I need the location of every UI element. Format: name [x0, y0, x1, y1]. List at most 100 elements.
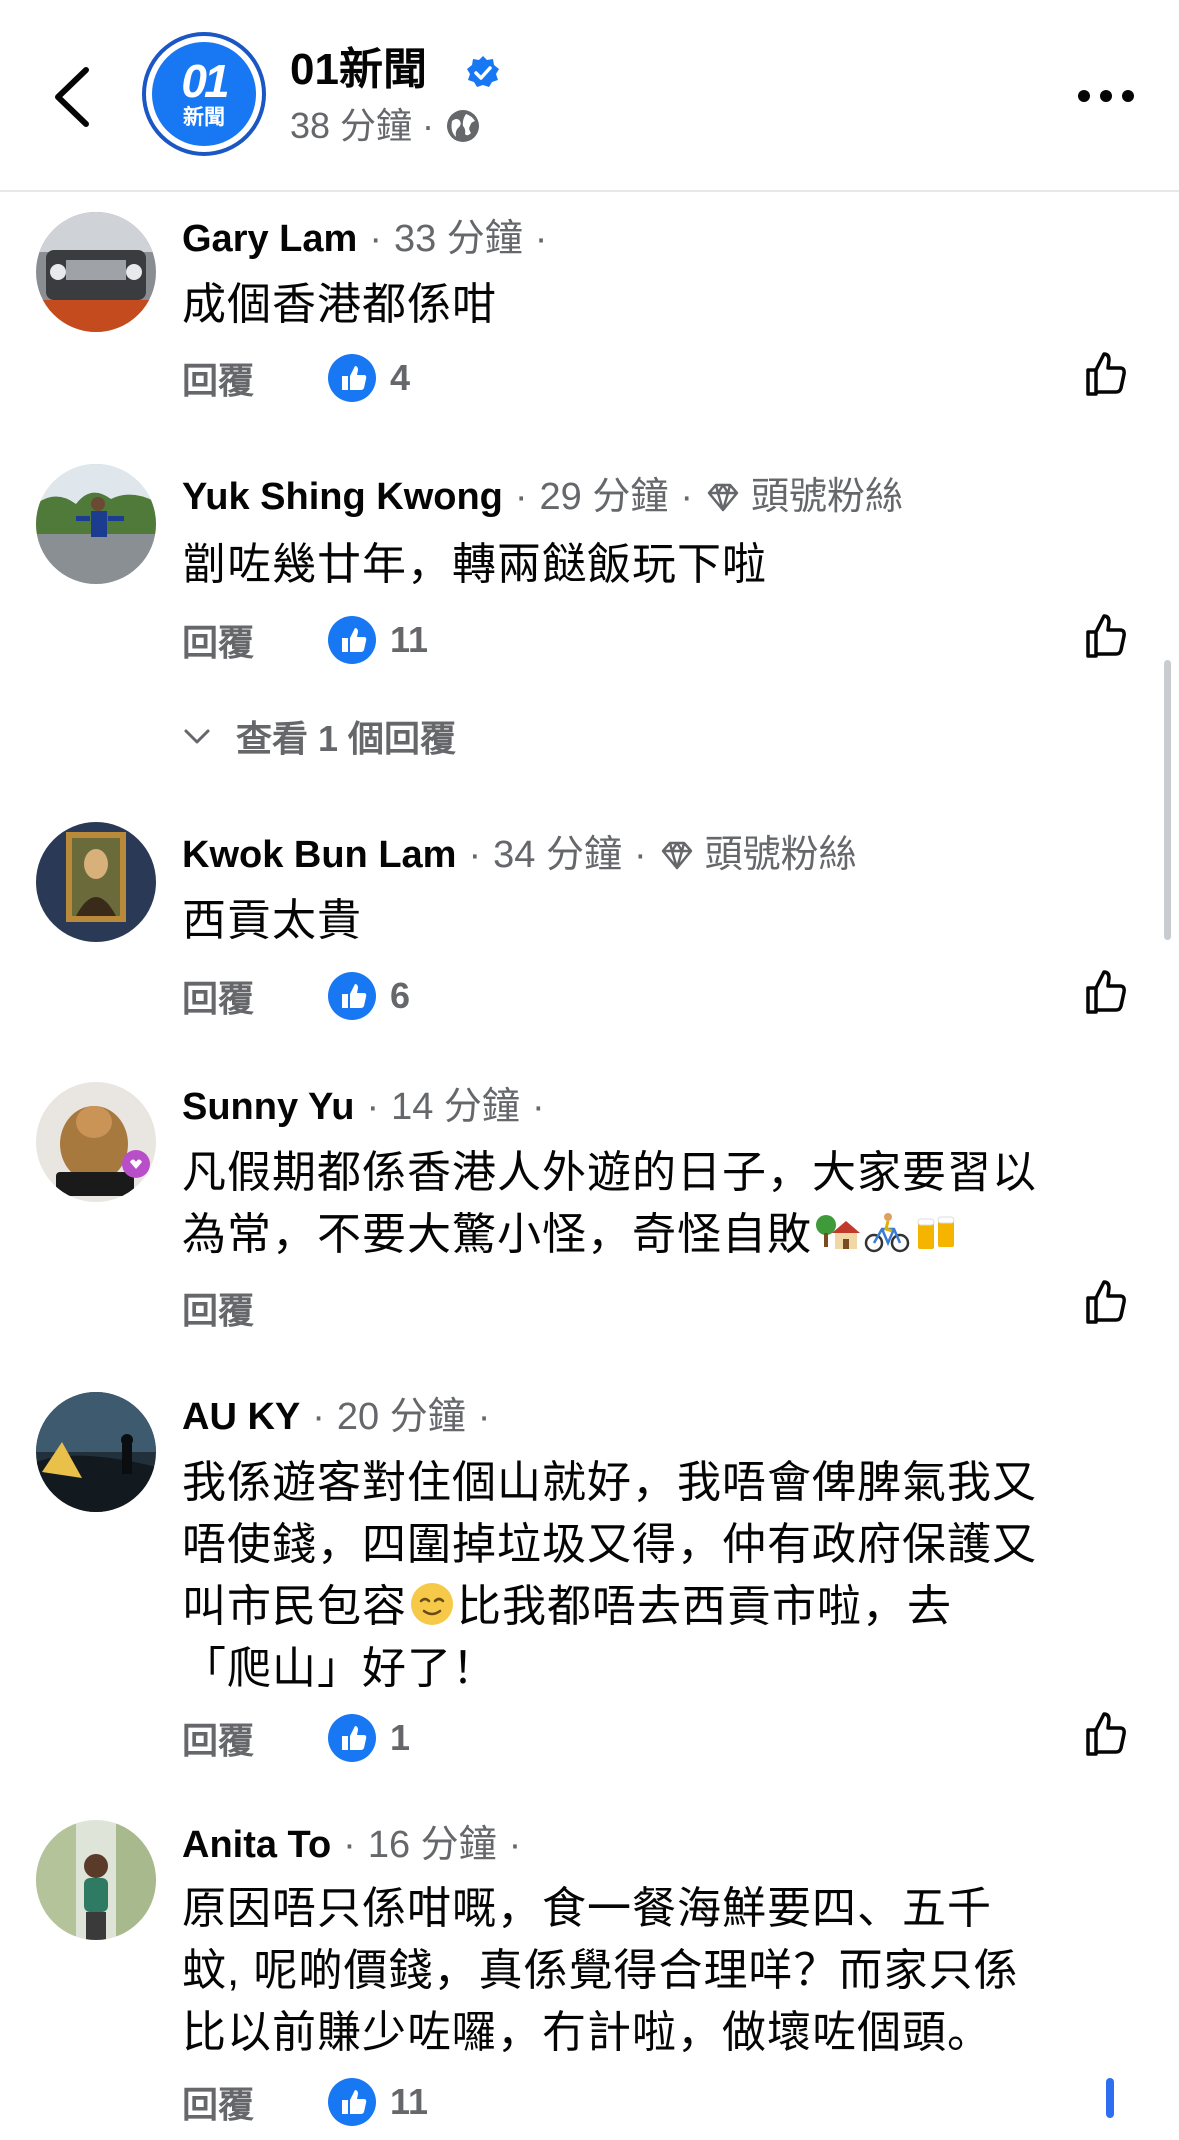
separator-dot: · — [633, 834, 647, 876]
reply-button[interactable]: 回覆 — [182, 614, 254, 666]
thumbs-up-outline-icon[interactable] — [1082, 1276, 1132, 1326]
comment-time[interactable]: 16 分鐘 — [368, 1822, 497, 1868]
comment-text-line: 我係遊客對住個山就好，我唔會俾脾氣我又 — [182, 1458, 1037, 1507]
reply-button[interactable]: 回覆 — [182, 1712, 254, 1764]
avatar[interactable] — [36, 1820, 156, 1940]
comment-author[interactable]: Yuk Shing Kwong — [182, 474, 503, 520]
comment-time[interactable]: 33 分鐘 — [394, 216, 523, 262]
comment-actions: 回覆 6 — [182, 970, 410, 1022]
beer-emoji — [917, 1216, 955, 1249]
bicycle-emoji — [864, 1213, 910, 1253]
comment-actions: 回覆 — [182, 1282, 254, 1334]
top-fan-badge: 頭號粉絲 — [704, 834, 857, 876]
avatar[interactable] — [36, 1392, 156, 1512]
comment-text-segment: 比我都唔去西貢市啦，去 — [457, 1582, 952, 1631]
logo-subtitle: 新聞 — [183, 106, 225, 129]
separator-dot: · — [508, 1824, 522, 1866]
comment-text-line: 為常，不要大驚小怪，奇怪自敗 — [182, 1204, 1142, 1266]
separator-dot: · — [369, 218, 382, 260]
avatar[interactable] — [36, 822, 156, 942]
like-count[interactable]: 1 — [390, 1717, 410, 1759]
like-badge-icon — [328, 972, 377, 1020]
comment-text-line: 凡假期都係香港人外遊的日子，大家要習以 — [182, 1148, 1037, 1197]
relieved-face-emoji — [411, 1583, 453, 1625]
back-arrow-icon[interactable] — [48, 64, 98, 130]
comment-author[interactable]: Kwok Bun Lam — [182, 832, 456, 878]
avatar[interactable] — [36, 1082, 156, 1202]
comment-header: Kwok Bun Lam · 34 分鐘 · 頭號粉絲 — [182, 832, 857, 878]
separator-dot: · — [531, 1086, 545, 1128]
separator-dot: · — [477, 1396, 491, 1438]
reply-button[interactable]: 回覆 — [182, 2076, 254, 2128]
comment-actions: 回覆 4 — [182, 352, 410, 404]
diamond-icon — [707, 483, 739, 512]
comment-time[interactable]: 14 分鐘 — [391, 1084, 520, 1130]
post-time[interactable]: 38 分鐘 — [290, 104, 412, 148]
separator-dot: · — [366, 1086, 380, 1128]
comment-text-segment: 為常，不要大驚小怪，奇怪自敗 — [182, 1210, 812, 1259]
comment-header: Sunny Yu · 14 分鐘 · — [182, 1084, 557, 1130]
separator-dot: · — [343, 1824, 356, 1866]
verified-badge-icon — [467, 56, 499, 87]
comment-author[interactable]: Anita To — [182, 1822, 331, 1868]
comment-actions: 回覆 11 — [182, 614, 428, 666]
view-replies-label: 查看 1 個回覆 — [236, 718, 457, 759]
comment-author[interactable]: AU KY — [182, 1394, 300, 1440]
comment-text: 我係遊客對住個山就好，我唔會俾脾氣我又 唔使錢，四圍掉垃圾又得，仲有政府保護又 … — [182, 1452, 1142, 1700]
view-replies-button[interactable]: 查看 1 個回覆 — [182, 710, 456, 762]
like-count[interactable]: 11 — [390, 2081, 428, 2123]
separator-dot: · — [468, 834, 482, 876]
comment-text-line: 蚊, 呢啲價錢，真係覺得合理咩？而家只係 — [182, 1946, 1019, 1995]
like-count[interactable]: 11 — [390, 619, 428, 661]
comment-header: Anita To · 16 分鐘 · — [182, 1822, 533, 1868]
comment-time[interactable]: 29 分鐘 — [540, 474, 669, 520]
thumbs-up-outline-icon[interactable] — [1082, 1708, 1132, 1758]
comment-text-line: 「爬山」好了！ — [182, 1644, 497, 1693]
post-header: 01 新聞 01新聞 38 分鐘 · — [0, 0, 1179, 192]
like-badge-icon — [328, 1714, 377, 1762]
comment-time[interactable]: 20 分鐘 — [337, 1394, 466, 1440]
comment-text: 劏咗幾廿年，轉兩餸飯玩下啦 — [182, 540, 767, 589]
separator-dot: · — [514, 476, 528, 518]
thumbs-up-outline-icon[interactable] — [1082, 610, 1132, 660]
comment-time[interactable]: 34 分鐘 — [493, 832, 622, 878]
comment-header: Gary Lam · 33 分鐘 · — [182, 216, 559, 262]
comment-author[interactable]: Gary Lam — [182, 216, 357, 262]
like-badge-icon — [328, 616, 377, 664]
comment-author[interactable]: Sunny Yu — [182, 1084, 354, 1130]
comment-actions: 回覆 1 — [182, 1712, 410, 1764]
comment-text: 成個香港都係咁 — [182, 280, 497, 329]
like-badge-icon — [328, 2078, 377, 2126]
scrollbar[interactable] — [1164, 660, 1171, 940]
reply-button[interactable]: 回覆 — [182, 1282, 254, 1334]
chevron-down-icon — [184, 729, 210, 744]
comment-text-line: 唔使錢，四圍掉垃圾又得，仲有政府保護又 — [182, 1520, 1037, 1569]
like-count[interactable]: 4 — [390, 357, 410, 399]
separator-dot: · — [534, 218, 548, 260]
comment-text-segment: 叫市民包容 — [182, 1582, 407, 1631]
page-name[interactable]: 01新聞 — [290, 44, 427, 96]
comment-text-line: 比以前賺少咗囉，冇計啦，做壞咗個頭。 — [182, 2008, 992, 2057]
avatar[interactable] — [36, 212, 156, 332]
top-fan-badge: 頭號粉絲 — [751, 476, 904, 518]
like-count[interactable]: 6 — [390, 975, 410, 1017]
thumbs-up-outline-icon[interactable] — [1082, 348, 1132, 398]
avatar[interactable] — [36, 464, 156, 584]
reply-button[interactable]: 回覆 — [182, 352, 254, 404]
more-dots-icon[interactable] — [1076, 86, 1136, 106]
separator-dot: · — [680, 476, 694, 518]
thumbs-up-outline-icon[interactable] — [1082, 966, 1132, 1016]
reply-button[interactable]: 回覆 — [182, 970, 254, 1022]
post-meta: 38 分鐘 · — [290, 104, 482, 148]
comment-actions: 回覆 11 — [182, 2076, 428, 2128]
comment-text-line: 叫市民包容 比我都唔去西貢市啦，去 — [182, 1576, 1142, 1638]
comment-text: 原因唔只係咁嘅，食一餐海鮮要四、五千 蚊, 呢啲價錢，真係覺得合理咩？而家只係 … — [182, 1878, 1142, 2064]
logo-mark: 01 — [181, 55, 229, 107]
diamond-icon — [661, 841, 692, 870]
comment-text-line: 原因唔只係咁嘅，食一餐海鮮要四、五千 — [182, 1884, 992, 1933]
page-avatar[interactable]: 01 新聞 — [146, 36, 262, 152]
comment-header: Yuk Shing Kwong · 29 分鐘 · 頭號粉絲 — [182, 474, 903, 520]
separator-dot: · — [312, 1396, 325, 1438]
like-badge-icon — [328, 354, 377, 402]
scroll-indicator — [1106, 2078, 1114, 2118]
